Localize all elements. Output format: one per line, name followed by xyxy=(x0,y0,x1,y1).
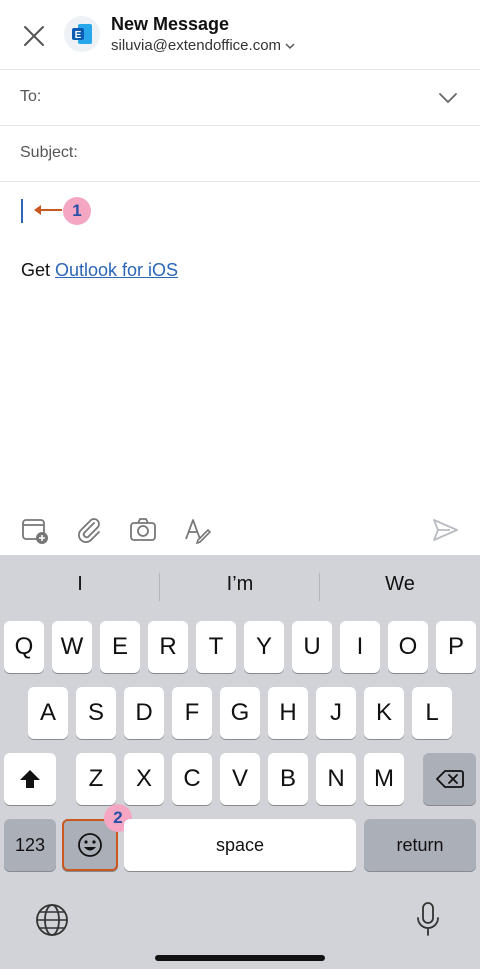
chevron-down-icon[interactable] xyxy=(436,88,460,108)
home-indicator xyxy=(155,955,325,961)
key-r[interactable]: R xyxy=(148,621,188,673)
key-i[interactable]: I xyxy=(340,621,380,673)
suggestion-2[interactable]: I’m xyxy=(160,573,320,596)
key-m[interactable]: M xyxy=(364,753,404,805)
annotation-arrow xyxy=(34,205,62,215)
key-g[interactable]: G xyxy=(220,687,260,739)
shift-icon xyxy=(20,770,40,788)
exchange-icon: E xyxy=(64,16,100,52)
backspace-icon xyxy=(435,770,464,788)
key-z[interactable]: Z xyxy=(76,753,116,805)
key-l[interactable]: L xyxy=(412,687,452,739)
key-n[interactable]: N xyxy=(316,753,356,805)
key-v[interactable]: V xyxy=(220,753,260,805)
key-q[interactable]: Q xyxy=(4,621,44,673)
key-x[interactable]: X xyxy=(124,753,164,805)
compose-toolbar xyxy=(0,505,480,555)
key-o[interactable]: O xyxy=(388,621,428,673)
subject-label: Subject: xyxy=(20,144,78,161)
key-w[interactable]: W xyxy=(52,621,92,673)
send-icon[interactable] xyxy=(430,515,460,545)
camera-icon[interactable] xyxy=(128,515,158,545)
return-key[interactable]: return xyxy=(364,819,476,871)
globe-icon[interactable] xyxy=(34,902,70,938)
numbers-key[interactable]: 123 xyxy=(4,819,56,871)
annotation-marker-1: 1 xyxy=(63,197,91,225)
to-label: To: xyxy=(20,88,42,105)
key-p[interactable]: P xyxy=(436,621,476,673)
suggestion-3[interactable]: We xyxy=(320,573,480,596)
microphone-icon[interactable] xyxy=(410,900,446,936)
text-cursor xyxy=(21,199,23,223)
key-f[interactable]: F xyxy=(172,687,212,739)
pen-format-icon[interactable] xyxy=(182,515,212,545)
suggestion-1[interactable]: I xyxy=(0,573,160,596)
attachment-icon[interactable] xyxy=(74,515,104,545)
calendar-add-icon[interactable] xyxy=(20,515,50,545)
key-a[interactable]: A xyxy=(28,687,68,739)
chevron-down-icon xyxy=(285,42,295,49)
subject-input[interactable] xyxy=(100,136,430,172)
shift-key[interactable] xyxy=(4,753,56,805)
key-j[interactable]: J xyxy=(316,687,356,739)
key-e[interactable]: E xyxy=(100,621,140,673)
subject-field-row: Subject: xyxy=(0,126,480,182)
key-c[interactable]: C xyxy=(172,753,212,805)
key-y[interactable]: Y xyxy=(244,621,284,673)
keyboard: I I’m We Q W E R T Y U I O P A S D F G H… xyxy=(0,555,480,969)
to-input[interactable] xyxy=(95,80,425,116)
key-h[interactable]: H xyxy=(268,687,308,739)
account-email: siluvia@extendoffice.com xyxy=(111,37,282,54)
key-b[interactable]: B xyxy=(268,753,308,805)
key-u[interactable]: U xyxy=(292,621,332,673)
outlook-ios-link[interactable]: Outlook for iOS xyxy=(55,260,178,280)
backspace-key[interactable] xyxy=(423,753,476,805)
page-title: New Message xyxy=(111,14,230,34)
compose-header: E New Message siluvia@extendoffice.com xyxy=(0,0,480,70)
key-t[interactable]: T xyxy=(196,621,236,673)
svg-text:E: E xyxy=(75,30,82,41)
to-field-row: To: xyxy=(0,70,480,126)
message-body[interactable]: 1 Get Outlook for iOS xyxy=(0,182,480,502)
key-d[interactable]: D xyxy=(124,687,164,739)
account-selector[interactable]: siluvia@extendoffice.com xyxy=(111,37,295,54)
signature-prefix: Get xyxy=(21,260,56,280)
key-k[interactable]: K xyxy=(364,687,404,739)
emoji-icon xyxy=(78,833,102,857)
space-key[interactable]: space xyxy=(124,819,356,871)
key-s[interactable]: S xyxy=(76,687,116,739)
signature: Get Outlook for iOS xyxy=(21,260,178,281)
close-icon[interactable] xyxy=(20,22,48,50)
suggestion-bar: I I’m We xyxy=(0,555,480,617)
